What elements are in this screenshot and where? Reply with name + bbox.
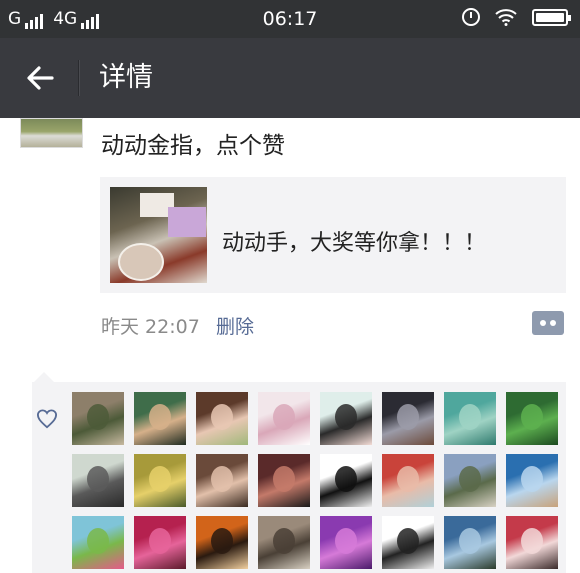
avatar-20[interactable] — [258, 516, 310, 569]
avatar-7[interactable] — [444, 392, 496, 445]
nav-bar: 详情 — [0, 38, 580, 118]
shared-link-card[interactable]: 动动手，大奖等你拿！！！ — [100, 177, 566, 293]
post-text: 动动金指，点个赞 — [101, 133, 285, 159]
avatar-19[interactable] — [196, 516, 248, 569]
more-dots-icon[interactable] — [532, 311, 564, 335]
back-button[interactable] — [22, 60, 58, 96]
avatar-13[interactable] — [320, 454, 372, 507]
avatar-24[interactable] — [506, 516, 558, 569]
avatar-17[interactable] — [72, 516, 124, 569]
wifi-icon — [495, 9, 517, 26]
avatar-12[interactable] — [258, 454, 310, 507]
avatar-22[interactable] — [382, 516, 434, 569]
avatar-2[interactable] — [134, 392, 186, 445]
status-bar: G 4G 06:17 — [0, 0, 580, 38]
author-avatar[interactable] — [20, 118, 83, 148]
avatar-21[interactable] — [320, 516, 372, 569]
battery-icon — [532, 8, 571, 26]
nav-divider — [78, 60, 80, 96]
avatar-3[interactable] — [196, 392, 248, 445]
avatar-9[interactable] — [72, 454, 124, 507]
avatar-8[interactable] — [506, 392, 558, 445]
avatar-4[interactable] — [258, 392, 310, 445]
avatar-16[interactable] — [506, 454, 558, 507]
link-thumbnail — [110, 187, 207, 283]
avatar-18[interactable] — [134, 516, 186, 569]
page-title: 详情 — [99, 62, 153, 93]
likes-caret — [34, 372, 54, 382]
avatar-15[interactable] — [444, 454, 496, 507]
alarm-icon — [462, 8, 480, 26]
avatar-11[interactable] — [196, 454, 248, 507]
avatar-1[interactable] — [72, 392, 124, 445]
avatar-10[interactable] — [134, 454, 186, 507]
link-title: 动动手，大奖等你拿！！！ — [222, 231, 487, 256]
like-avatar-grid — [72, 392, 558, 569]
avatar-23[interactable] — [444, 516, 496, 569]
delete-link[interactable]: 删除 — [216, 312, 254, 339]
avatar-14[interactable] — [382, 454, 434, 507]
avatar-5[interactable] — [320, 392, 372, 445]
post-time: 昨天 22:07 — [101, 316, 200, 338]
status-icons — [462, 8, 571, 26]
heart-icon — [36, 409, 58, 429]
avatar-6[interactable] — [382, 392, 434, 445]
